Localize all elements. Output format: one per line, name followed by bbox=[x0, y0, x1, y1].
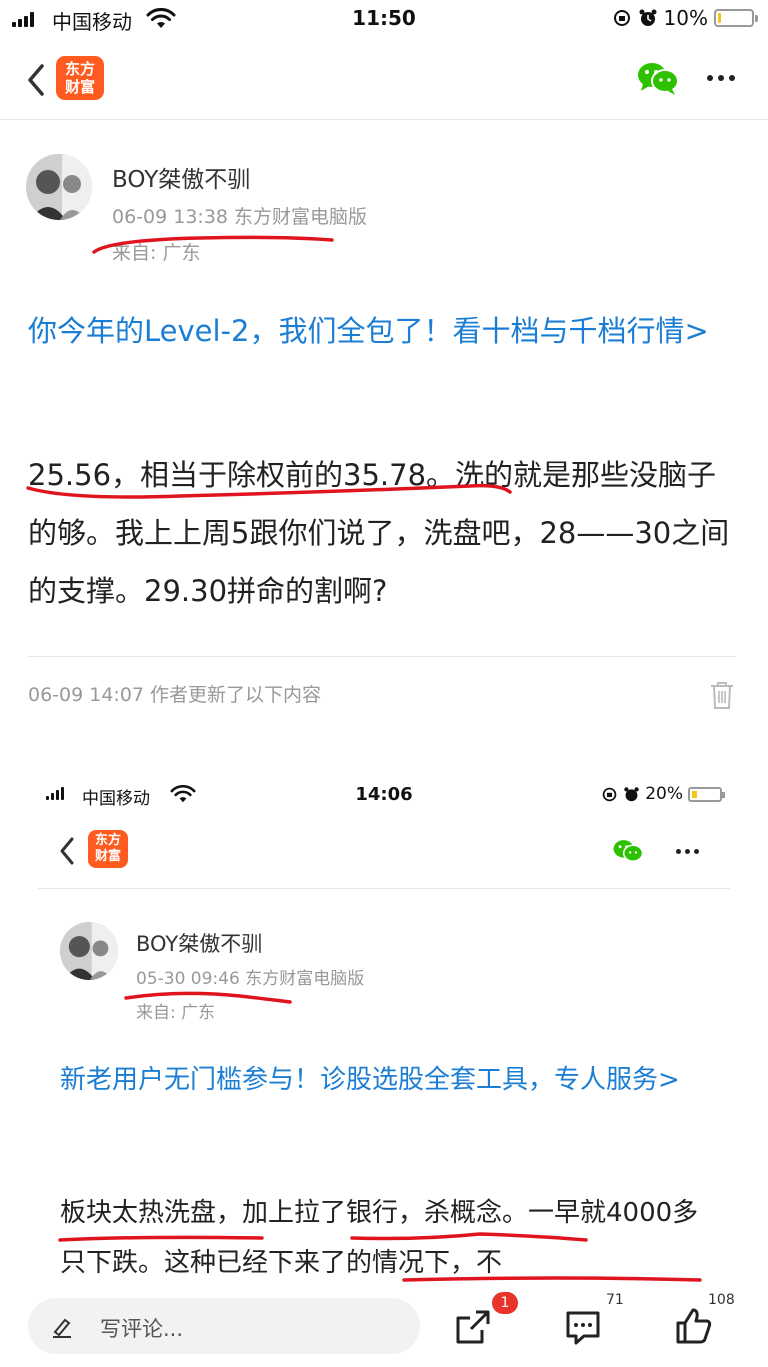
battery-icon bbox=[714, 9, 758, 27]
battery-percent: 10% bbox=[663, 6, 708, 30]
like-count: 108 bbox=[708, 1292, 735, 1308]
comment-icon[interactable] bbox=[564, 1308, 602, 1346]
thumbs-up-icon[interactable] bbox=[674, 1306, 714, 1346]
embedded-author-name: BOY桀傲不驯 bbox=[136, 932, 263, 956]
app-logo: 东方 财富 bbox=[56, 56, 104, 100]
author-avatar[interactable] bbox=[26, 154, 92, 220]
more-menu-icon[interactable] bbox=[704, 64, 738, 92]
nav-bar: 东方 财富 bbox=[0, 40, 768, 120]
embedded-post-location: 来自: 广东 bbox=[136, 1003, 216, 1023]
comment-input[interactable]: 写评论... bbox=[28, 1298, 420, 1354]
comment-count: 71 bbox=[606, 1292, 624, 1308]
trash-icon[interactable] bbox=[708, 680, 736, 710]
comment-placeholder: 写评论... bbox=[100, 1317, 184, 1341]
post-body: 25.56，相当于除权前的35.78。洗的就是那些没脑子的够。我上上周5跟你们说… bbox=[28, 458, 730, 608]
share-icon[interactable] bbox=[454, 1308, 492, 1346]
post-meta: 06-09 13:38 东方财富电脑版 bbox=[112, 206, 368, 228]
divider bbox=[28, 656, 736, 657]
post-location: 来自: 广东 bbox=[112, 242, 201, 264]
embedded-battery-percent: 20% bbox=[645, 784, 683, 804]
embedded-promo-link: 新老用户无门槛参与！诊股选股全套工具，专人服务> bbox=[60, 1065, 680, 1095]
back-chevron-icon[interactable] bbox=[22, 60, 50, 100]
bottom-action-bar: 写评论... 1 71 108 bbox=[0, 1284, 768, 1367]
embedded-post-body: 板块太热洗盘，加上拉了银行，杀概念。一早就4000多只下跌。这种已经下来了的情况… bbox=[60, 1198, 699, 1278]
promo-link[interactable]: 你今年的Level-2，我们全包了！看十档与千档行情> bbox=[28, 306, 728, 356]
author-avatar bbox=[60, 922, 118, 980]
orientation-lock-icon bbox=[602, 787, 617, 801]
back-chevron-icon bbox=[60, 837, 74, 865]
alarm-icon bbox=[624, 786, 639, 801]
app-logo: 东方 财富 bbox=[88, 830, 128, 868]
embedded-screenshot[interactable]: 中国移动 14:06 20% 东方 财富 BOY桀傲不驯 05-30 09:46… bbox=[30, 770, 738, 1282]
more-menu-icon bbox=[672, 842, 702, 860]
divider bbox=[38, 888, 730, 889]
pencil-icon bbox=[53, 1318, 71, 1338]
orientation-lock-icon bbox=[613, 10, 630, 26]
alarm-icon bbox=[639, 9, 657, 26]
wechat-share-icon[interactable] bbox=[636, 60, 680, 96]
battery-icon bbox=[688, 786, 725, 802]
embedded-post-meta: 05-30 09:46 东方财富电脑版 bbox=[136, 969, 365, 989]
wechat-share-icon bbox=[613, 840, 644, 862]
share-badge: 1 bbox=[492, 1292, 518, 1314]
author-name[interactable]: BOY桀傲不驯 bbox=[112, 160, 250, 194]
update-note: 06-09 14:07 作者更新了以下内容 bbox=[28, 684, 322, 706]
status-bar: 中国移动 11:50 10% bbox=[0, 0, 768, 40]
